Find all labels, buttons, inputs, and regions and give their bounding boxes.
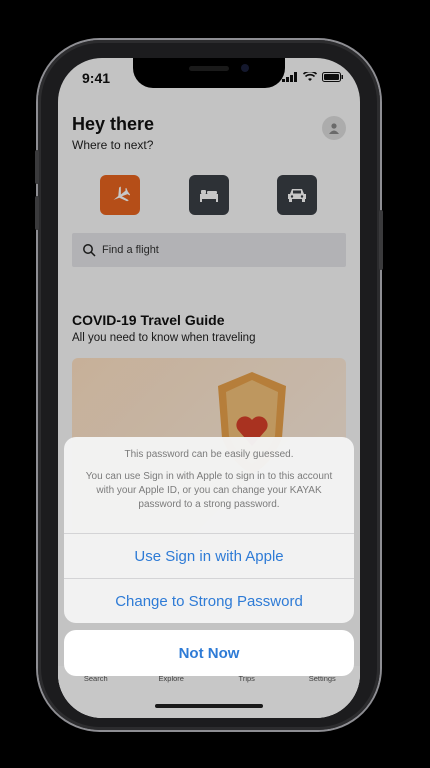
power-button: [379, 210, 383, 270]
volume-up-button: [35, 150, 39, 184]
password-action-sheet: This password can be easily guessed. You…: [64, 437, 354, 623]
action-sheet-title: This password can be easily guessed.: [124, 449, 294, 460]
action-sheet-message: You can use Sign in with Apple to sign i…: [85, 471, 333, 510]
screen: 9:41 Hey there Where to next? Find a fli…: [58, 58, 360, 718]
change-strong-password-button[interactable]: Change to Strong Password: [64, 578, 354, 623]
sign-in-with-apple-button[interactable]: Use Sign in with Apple: [64, 533, 354, 578]
not-now-button[interactable]: Not Now: [64, 630, 354, 676]
volume-down-button: [35, 196, 39, 230]
